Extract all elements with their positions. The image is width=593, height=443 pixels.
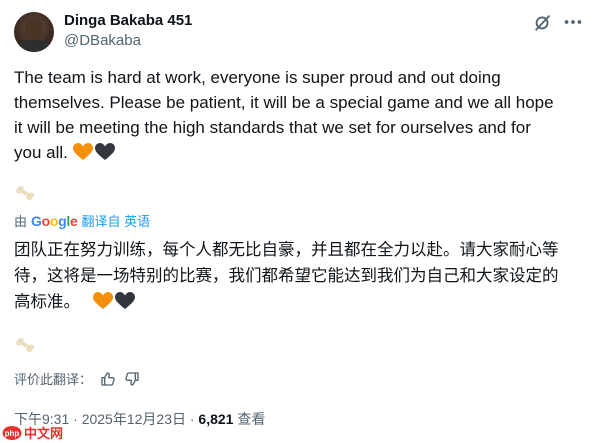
tweet-line: you all. xyxy=(14,140,579,165)
translated-line: 团队正在努力训练，每个人都无比自豪，并且都在全力以赴。请大家耐心等 xyxy=(14,240,559,259)
tweet-line: themselves. Please be patient, it will b… xyxy=(14,93,554,112)
emoji-row xyxy=(72,143,115,161)
watermark-brand: php xyxy=(5,429,20,438)
views-label: 查看 xyxy=(233,411,266,427)
translated-by-prefix: 由 xyxy=(14,214,28,229)
translated-from-link[interactable]: 翻译自 英语 xyxy=(82,211,151,230)
php-logo-icon: php xyxy=(2,425,22,440)
bone-icon xyxy=(16,186,34,200)
avatar-face xyxy=(25,18,43,40)
more-options-icon[interactable] xyxy=(562,11,584,33)
bone-icon xyxy=(16,338,34,352)
user-handle[interactable]: @DBakaba xyxy=(64,31,192,51)
thumbs-down-icon[interactable] xyxy=(124,371,140,387)
tweet-line: The team is hard at work, everyone is su… xyxy=(14,68,501,87)
display-name[interactable]: Dinga Bakaba 451 xyxy=(64,11,192,31)
watermark: php 中文网 xyxy=(2,423,63,442)
black-heart-icon xyxy=(115,292,136,309)
tweet-header: Dinga Bakaba 451 @DBakaba xyxy=(14,9,584,53)
avatar-shirt xyxy=(16,40,52,52)
grok-icon[interactable] xyxy=(532,11,554,33)
translated-text: 团队正在努力训练，每个人都无比自豪，并且都在全力以赴。请大家耐心等 待，这将是一… xyxy=(14,237,584,315)
rate-translation: 评价此翻译： xyxy=(14,369,140,388)
rate-label: 评价此翻译： xyxy=(14,372,93,387)
avatar[interactable] xyxy=(14,12,54,52)
google-logo: Google xyxy=(31,212,78,229)
user-info[interactable]: Dinga Bakaba 451 @DBakaba xyxy=(64,11,192,51)
translated-line-text: 高标准。 xyxy=(14,292,80,311)
watermark-text: 中文网 xyxy=(24,426,64,441)
orange-heart-icon xyxy=(72,143,93,160)
translated-line: 高标准。 xyxy=(14,289,584,315)
orange-heart-icon xyxy=(93,292,114,309)
tweet-line-text: you all. xyxy=(14,143,68,162)
translated-by: 由 Google 翻译自 英语 xyxy=(14,211,150,230)
translated-emoji-row xyxy=(93,292,136,310)
tweet-text: The team is hard at work, everyone is su… xyxy=(14,65,579,165)
thumbs-up-icon[interactable] xyxy=(100,371,116,387)
translated-line: 待，这将是一场特别的比赛，我们都希望它能达到我们为自己和大家设定的 xyxy=(14,266,559,285)
black-heart-icon xyxy=(94,143,115,160)
views-count: 6,821 xyxy=(198,411,234,427)
tweet-line: it will be meeting the high standards th… xyxy=(14,118,531,137)
